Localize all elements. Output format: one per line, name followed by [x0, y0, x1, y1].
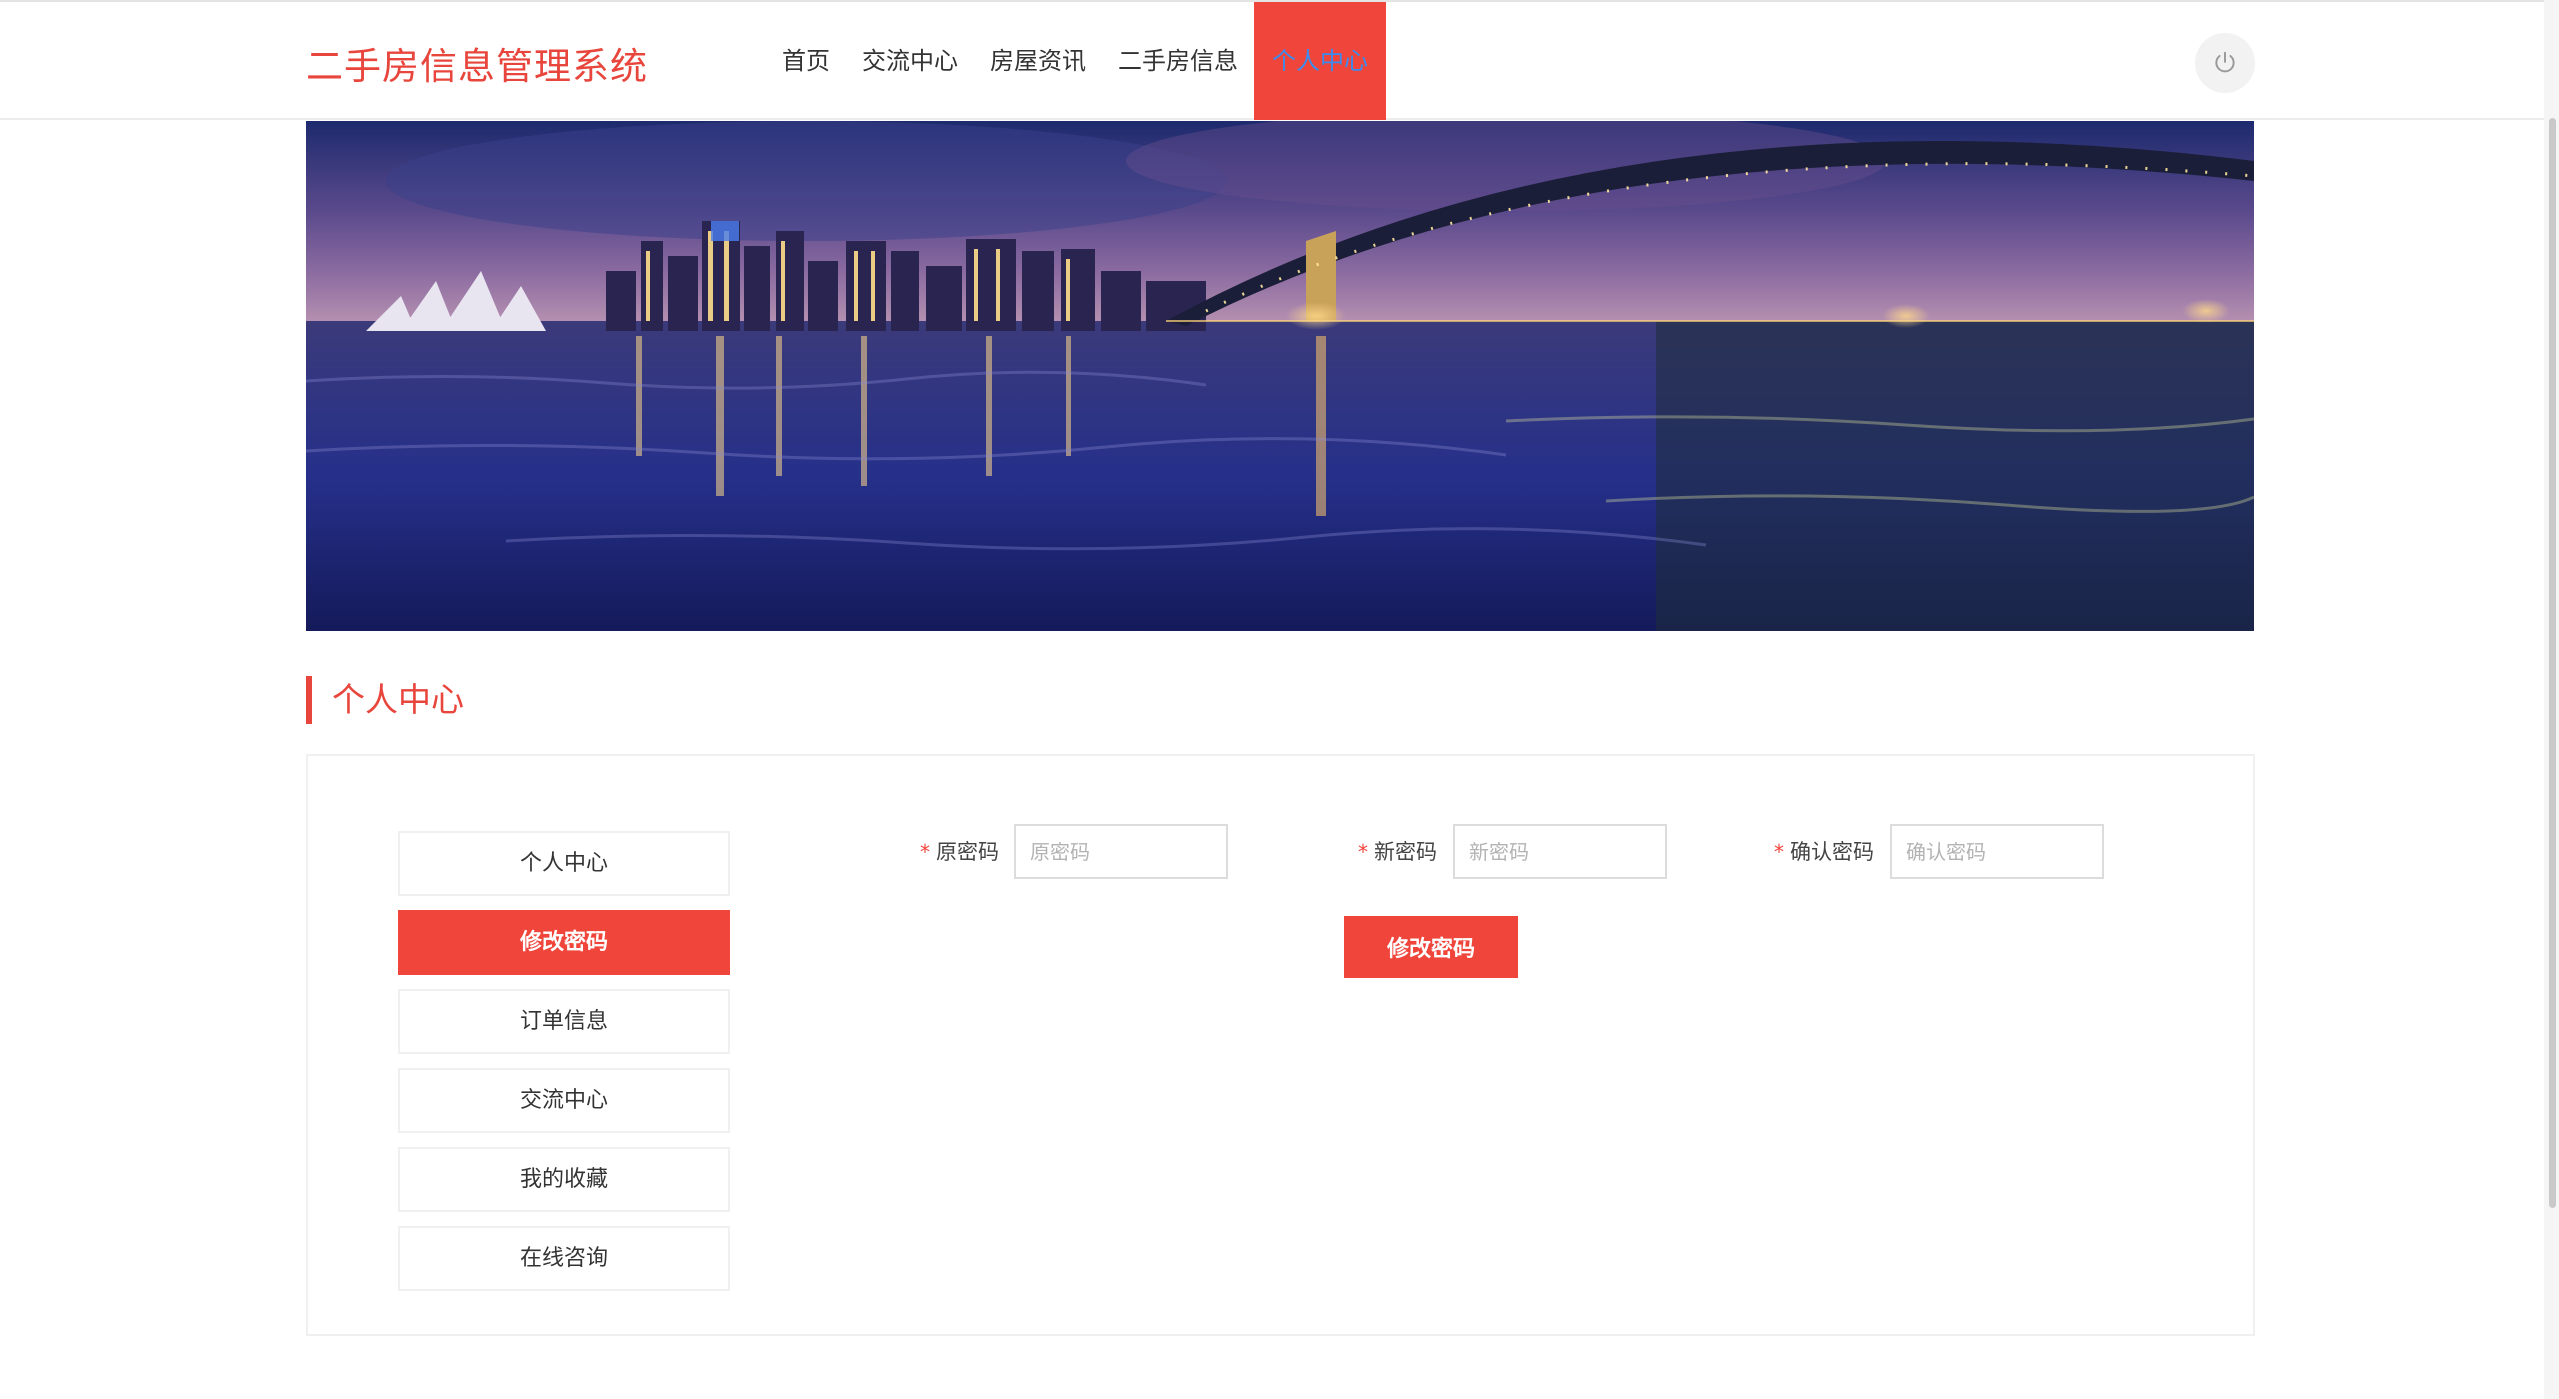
change-password-button[interactable]: 修改密码: [1344, 916, 1518, 978]
site-brand-title[interactable]: 二手房信息管理系统: [306, 36, 648, 90]
nav-home[interactable]: 首页: [766, 2, 846, 120]
side-item-favorites[interactable]: 我的收藏: [398, 1147, 730, 1212]
old-password-input[interactable]: [1014, 824, 1228, 879]
new-password-label-text: 新密码: [1374, 840, 1437, 864]
side-item-forum[interactable]: 交流中心: [398, 1068, 730, 1133]
nav-second-hand-houses[interactable]: 二手房信息: [1102, 2, 1254, 120]
side-item-personal-center[interactable]: 个人中心: [398, 831, 730, 896]
side-menu: 个人中心 修改密码 订单信息 交流中心 我的收藏 在线咨询: [398, 831, 730, 1305]
required-mark: *: [1358, 840, 1368, 864]
side-item-orders[interactable]: 订单信息: [398, 989, 730, 1054]
side-item-online-consult[interactable]: 在线咨询: [398, 1226, 730, 1291]
top-navbar: 二手房信息管理系统 首页 交流中心 房屋资讯 二手房信息 个人中心: [0, 0, 2544, 120]
confirm-password-label-text: 确认密码: [1790, 840, 1874, 864]
nav-personal-center[interactable]: 个人中心: [1254, 2, 1386, 120]
personal-center-panel: 个人中心 修改密码 订单信息 交流中心 我的收藏 在线咨询 * 原密码 * 新密码 …: [306, 754, 2255, 1336]
confirm-password-input[interactable]: [1890, 824, 2104, 879]
confirm-password-label: * 确认密码: [1774, 836, 1874, 866]
page-title: 个人中心: [306, 676, 464, 724]
required-mark: *: [920, 840, 930, 864]
old-password-label: * 原密码: [920, 836, 999, 866]
logout-button[interactable]: [2195, 33, 2255, 93]
nav-forum[interactable]: 交流中心: [846, 2, 974, 120]
required-mark: *: [1774, 840, 1784, 864]
page-scrollbar-thumb[interactable]: [2549, 118, 2556, 1208]
new-password-input[interactable]: [1453, 824, 1667, 879]
old-password-label-text: 原密码: [936, 840, 999, 864]
new-password-label: * 新密码: [1358, 836, 1437, 866]
side-item-change-password[interactable]: 修改密码: [398, 910, 730, 975]
hero-banner-image: [306, 121, 2254, 631]
nav-news[interactable]: 房屋资讯: [974, 2, 1102, 120]
main-nav: 首页 交流中心 房屋资讯 二手房信息 个人中心: [766, 2, 1386, 122]
power-icon: [2215, 51, 2235, 73]
